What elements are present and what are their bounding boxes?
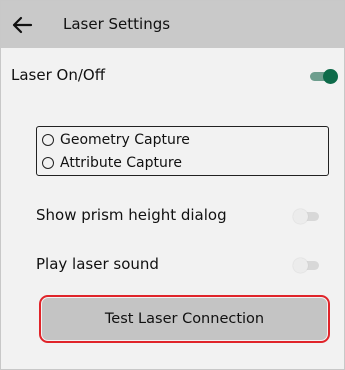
app-header: Laser Settings <box>1 1 344 48</box>
back-button[interactable] <box>9 13 35 37</box>
toggle-knob <box>323 69 338 84</box>
radio-circle-icon <box>42 157 54 169</box>
attribute-capture-radio[interactable]: Attribute Capture <box>42 152 182 174</box>
toggle-knob <box>293 258 308 273</box>
prism-dialog-toggle[interactable] <box>293 209 321 224</box>
arrow-left-icon <box>12 16 33 34</box>
laser-on-off-toggle[interactable] <box>310 69 338 84</box>
laser-sound-label: Play laser sound <box>36 255 159 273</box>
capture-mode-group: Geometry Capture Attribute Capture <box>36 126 329 176</box>
toggle-knob <box>293 209 308 224</box>
test-laser-connection-button[interactable]: Test Laser Connection <box>42 298 327 340</box>
page-title: Laser Settings <box>63 15 171 33</box>
prism-dialog-label: Show prism height dialog <box>36 206 227 224</box>
laser-settings-panel: Laser Settings Laser On/Off Geometry Cap… <box>0 0 345 370</box>
laser-on-off-label: Laser On/Off <box>11 66 106 84</box>
geometry-capture-label: Geometry Capture <box>60 132 190 148</box>
radio-circle-icon <box>42 134 54 146</box>
laser-sound-toggle[interactable] <box>293 258 321 273</box>
geometry-capture-radio[interactable]: Geometry Capture <box>42 129 190 151</box>
attribute-capture-label: Attribute Capture <box>60 155 182 171</box>
